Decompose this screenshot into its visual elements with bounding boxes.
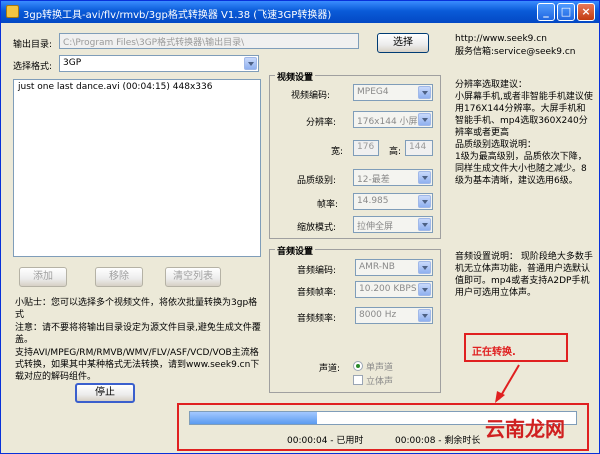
fps-label: 帧率: [317, 200, 339, 210]
output-dir-label: 输出目录: [13, 40, 53, 50]
window-title: 3gp转换工具-avi/flv/rmvb/3gp格式转换器 V1.38 (飞速3… [23, 10, 332, 21]
audio-codec-select[interactable]: AMR-NB [355, 259, 433, 276]
stereo-label: 立体声 [366, 377, 394, 387]
chevron-down-icon [418, 261, 431, 274]
format-label: 选择格式: [13, 62, 53, 72]
chevron-down-icon [244, 57, 257, 70]
channel-label: 声道: [319, 364, 341, 374]
height-field[interactable]: 144 [405, 140, 433, 156]
app-window: 3gp转换工具-avi/flv/rmvb/3gp格式转换器 V1.38 (飞速3… [0, 0, 600, 454]
maximize-button[interactable]: □ [557, 3, 575, 21]
resolution-select[interactable]: 176x144 小屏 [353, 111, 433, 128]
chevron-down-icon [418, 113, 431, 126]
scale-mode-value: 拉伸全屏 [357, 222, 394, 232]
chevron-down-icon [418, 218, 431, 231]
chevron-down-icon [418, 171, 431, 184]
list-item[interactable]: just one last dance.avi (00:04:15) 448x3… [14, 80, 260, 94]
progress-fill [190, 412, 318, 424]
audio-tip: 音频设置说明： 现阶段绝大多数手机无立体声功能，普通用户选默认值即可。mp4或者… [455, 252, 593, 298]
remaining-time: 00:00:08 - 剩余时长 [395, 436, 481, 446]
resolution-value: 176x144 小屏 [357, 117, 418, 127]
width-label: 宽: [331, 147, 344, 157]
video-codec-select[interactable]: MPEG4 [353, 84, 433, 101]
audio-settings-title: 音频设置 [275, 244, 316, 257]
chevron-down-icon [418, 195, 431, 208]
arrow-annotation-icon [495, 364, 520, 403]
tip-output-dir: 注意：请不要将将输出目录设定为源文件目录,避免生成文件覆盖。 [15, 323, 261, 345]
resolution-label: 分辨率: [306, 118, 337, 128]
stereo-checkbox[interactable] [353, 375, 363, 385]
audio-codec-value: AMR-NB [359, 262, 395, 272]
scale-mode-select[interactable]: 拉伸全屏 [353, 216, 433, 233]
format-select-value: 3GP [63, 58, 82, 68]
chevron-down-icon [418, 309, 431, 322]
audio-samplerate-value: 8000 Hz [359, 310, 397, 320]
fps-select[interactable]: 14.985 [353, 193, 433, 210]
audio-bitrate-select[interactable]: 10.200 KBPS [355, 281, 433, 298]
video-settings-title: 视频设置 [275, 70, 316, 83]
minimize-button[interactable]: _ [537, 3, 555, 21]
scale-mode-label: 缩放模式: [297, 223, 337, 233]
audio-samplerate-select[interactable]: 8000 Hz [355, 307, 433, 324]
mono-radio[interactable] [353, 361, 363, 371]
audio-bitrate-value: 10.200 KBPS [359, 284, 417, 294]
elapsed-time: 00:00:04 - 已用时 [287, 436, 364, 446]
browse-button[interactable]: 选择 [377, 33, 429, 53]
height-label: 高: [389, 147, 402, 157]
app-icon [6, 5, 19, 18]
resolution-tip: 分辨率选取建议： 小屏幕手机,或者非智能手机建议使用176X144分辨率。大屏手… [455, 80, 593, 138]
site-email: 服务信箱:service@seek9.cn [455, 47, 576, 57]
remove-button[interactable]: 移除 [95, 267, 143, 287]
quality-value: 12-最差 [357, 175, 390, 185]
watermark-logo: 云南龙网 [485, 417, 565, 441]
quality-tip: 品质级别选取说明： 1级为最高级别，品质依次下降，同样生成文件大小也随之减少。8… [455, 140, 587, 186]
audio-bitrate-label: 音频帧率: [297, 288, 337, 298]
width-field[interactable]: 176 [353, 140, 379, 156]
chevron-down-icon [418, 283, 431, 296]
audio-codec-label: 音频编码: [297, 266, 337, 276]
title-bar[interactable]: 3gp转换工具-avi/flv/rmvb/3gp格式转换器 V1.38 (飞速3… [1, 1, 599, 23]
fps-value: 14.985 [357, 196, 389, 206]
tip-multi-select: 小贴士：您可以选择多个视频文件，将依次批量转换为3gp格式 [15, 298, 258, 320]
status-highlight: 正在转换. [464, 333, 568, 362]
file-list[interactable]: just one last dance.avi (00:04:15) 448x3… [13, 79, 261, 257]
close-button[interactable]: × [577, 3, 595, 21]
video-codec-label: 视频编码: [291, 91, 331, 101]
clear-list-button[interactable]: 清空列表 [165, 267, 221, 287]
quality-select[interactable]: 12-最差 [353, 169, 433, 186]
add-button[interactable]: 添加 [19, 267, 67, 287]
stop-button[interactable]: 停止 [75, 383, 135, 403]
output-dir-field[interactable]: C:\Program Files\3GP格式转换器\输出目录\ [59, 33, 359, 49]
site-url: http://www.seek9.cn [455, 34, 547, 44]
tip-formats: 支持AVI/MPEG/RM/RMVB/WMV/FLV/ASF/VCD/VOB主流… [15, 348, 260, 382]
video-codec-value: MPEG4 [357, 87, 389, 97]
format-select[interactable]: 3GP [59, 55, 259, 72]
chevron-down-icon [418, 86, 431, 99]
quality-label: 品质级别: [297, 176, 337, 186]
audio-samplerate-label: 音频频率: [297, 314, 337, 324]
mono-label: 单声道 [366, 363, 394, 373]
converting-status: 正在转换. [472, 347, 516, 358]
